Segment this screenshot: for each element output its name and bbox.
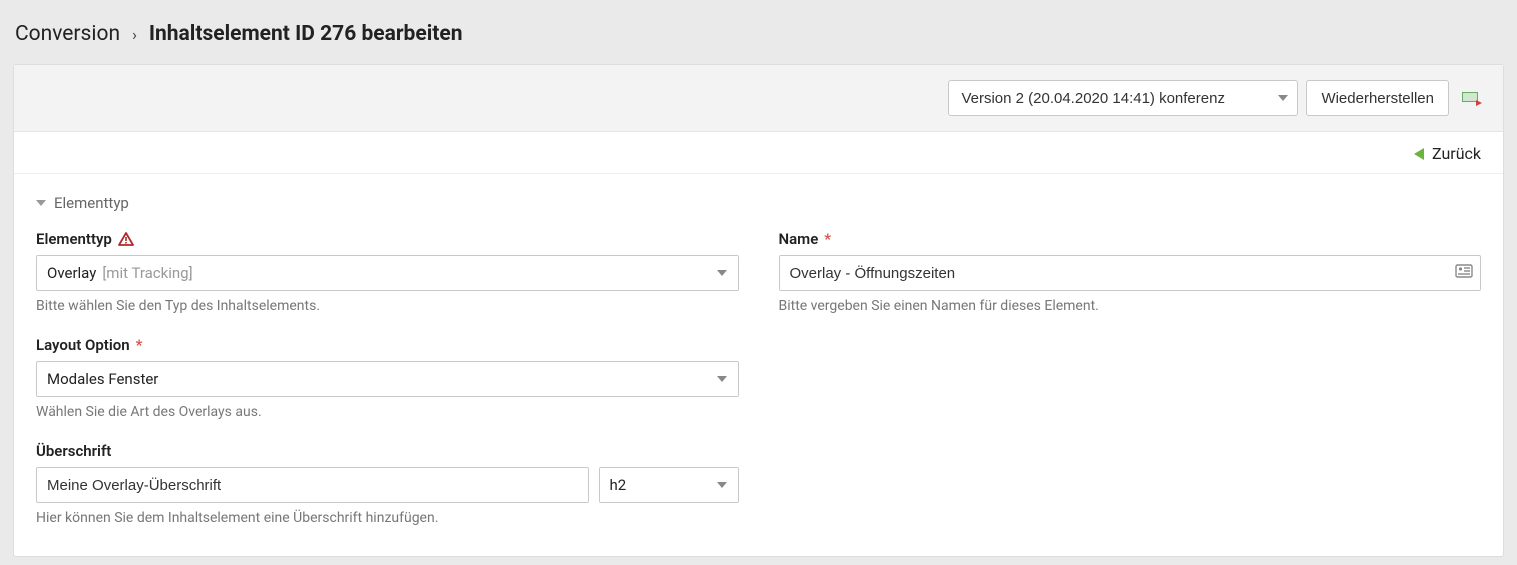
- label-text: Elementtyp: [36, 230, 112, 248]
- field-elementtyp: Elementtyp Overlay [mit Tracki: [36, 230, 739, 314]
- back-label: Zurück: [1432, 144, 1481, 163]
- breadcrumb: Conversion › Inhaltselement ID 276 bearb…: [0, 0, 1517, 64]
- required-mark: *: [136, 336, 143, 354]
- fields-grid: Elementtyp Overlay [mit Tracki: [36, 230, 1481, 526]
- spacer: [779, 336, 1482, 420]
- label-layout: Layout Option *: [36, 336, 739, 354]
- label-text: Überschrift: [36, 442, 111, 460]
- chevron-down-icon: [36, 200, 46, 206]
- layout-select[interactable]: Modales Fenster: [36, 361, 739, 397]
- help-headline: Hier können Sie dem Inhaltselement eine …: [36, 510, 739, 526]
- headline-level-select[interactable]: h2: [599, 467, 739, 503]
- warning-icon: [118, 232, 134, 246]
- compare-button[interactable]: [1457, 80, 1485, 116]
- breadcrumb-current: Inhaltselement ID 276 bearbeiten: [149, 22, 463, 46]
- section-elementtyp: Elementtyp Elementtyp: [14, 174, 1503, 556]
- label-elementtyp: Elementtyp: [36, 230, 739, 248]
- back-row: Zurück: [14, 132, 1503, 174]
- label-headline: Überschrift: [36, 442, 739, 460]
- version-select-wrap: Version 2 (20.04.2020 14:41) konferenz: [948, 80, 1298, 116]
- field-layout: Layout Option * Modales Fenster Wählen Si…: [36, 336, 739, 420]
- field-headline: Überschrift h2: [36, 442, 739, 526]
- label-name: Name *: [779, 230, 1482, 248]
- compare-icon: [1462, 92, 1480, 104]
- back-link[interactable]: Zurück: [1414, 144, 1481, 163]
- help-layout: Wählen Sie die Art des Overlays aus.: [36, 404, 739, 420]
- edit-panel: Version 2 (20.04.2020 14:41) konferenz W…: [13, 64, 1504, 557]
- headline-input[interactable]: [36, 467, 589, 503]
- breadcrumb-root[interactable]: Conversion: [15, 22, 120, 46]
- wizard-icon[interactable]: [1455, 264, 1473, 282]
- restore-button[interactable]: Wiederherstellen: [1306, 80, 1449, 116]
- version-select[interactable]: Version 2 (20.04.2020 14:41) konferenz: [948, 80, 1298, 116]
- section-toggle[interactable]: Elementtyp: [36, 186, 1481, 230]
- arrow-left-icon: [1414, 148, 1424, 160]
- headline-level-value: h2: [610, 476, 627, 494]
- help-name: Bitte vergeben Sie einen Namen für diese…: [779, 298, 1482, 314]
- elementtyp-value: Overlay: [47, 264, 96, 282]
- label-text: Name: [779, 230, 819, 248]
- required-mark: *: [824, 230, 831, 248]
- label-text: Layout Option: [36, 336, 130, 354]
- section-title: Elementtyp: [54, 194, 129, 212]
- help-elementtyp: Bitte wählen Sie den Typ des Inhaltselem…: [36, 298, 739, 314]
- elementtyp-suffix: [mit Tracking]: [102, 264, 192, 282]
- name-input[interactable]: [779, 255, 1482, 291]
- elementtyp-select[interactable]: Overlay [mit Tracking]: [36, 255, 739, 291]
- panel-toolbar: Version 2 (20.04.2020 14:41) konferenz W…: [14, 65, 1503, 132]
- layout-value: Modales Fenster: [47, 370, 158, 388]
- field-name: Name *: [779, 230, 1482, 314]
- breadcrumb-separator: ›: [132, 25, 137, 44]
